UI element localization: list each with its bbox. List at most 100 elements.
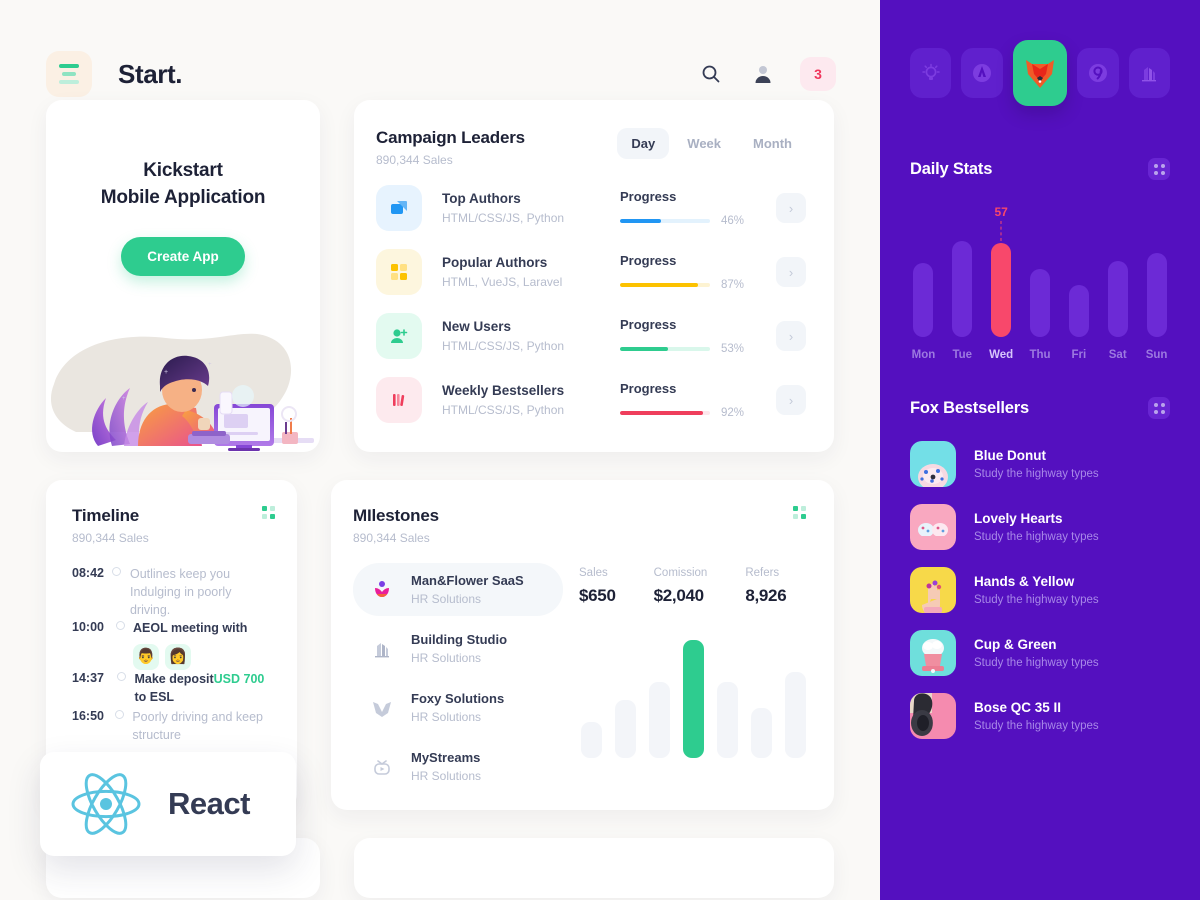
stat-comission: Comission $2,040 (654, 567, 708, 606)
lightbulb-app-icon[interactable] (910, 48, 952, 98)
bestseller-name: Cup & Green (974, 637, 1057, 652)
grid-dots-icon[interactable] (793, 506, 806, 519)
milestones-metrics: Sales $650 Comission $2,040 Refers 8,926 (563, 563, 806, 799)
search-icon[interactable] (696, 59, 726, 89)
list-item[interactable]: 14:37 Make deposit USD 700 to ESL (72, 670, 275, 708)
bar-column-sat (1104, 202, 1131, 337)
list-item[interactable]: 10:00 AEOL meeting with 👨 👩 (72, 619, 275, 670)
milestones-list: Man&Flower SaaS HR Solutions Building St… (353, 563, 563, 799)
daily-stats-header: Daily Stats (910, 158, 1170, 180)
stat-value: 8,926 (745, 586, 787, 605)
stat-sales: Sales $650 (579, 567, 616, 606)
grid-dots-icon[interactable] (262, 506, 275, 519)
notification-badge[interactable]: 3 (800, 57, 836, 91)
milestones-card: MIlestones 890,344 Sales Man&Flower SaaS (331, 480, 834, 810)
row-tech: HTML/CSS/JS, Python (442, 339, 565, 353)
timeline-amount: USD 700 (213, 671, 265, 686)
dashboard-row-1: Kickstart Mobile Application Create App (0, 100, 880, 452)
chevron-right-icon[interactable]: › (776, 385, 806, 415)
timeline-text-before: Make deposit (134, 671, 214, 686)
list-item[interactable]: MyStreams HR Solutions (353, 740, 563, 793)
bar-value-label: 57 (994, 205, 1008, 219)
bestsellers-title: Fox Bestsellers (910, 398, 1029, 417)
row-progress: Progress 53% (620, 317, 770, 355)
progress-label: Progress (620, 317, 677, 332)
list-item[interactable]: Man&Flower SaaS HR Solutions (353, 563, 563, 616)
bestseller-sub: Study the highway types (974, 468, 1099, 480)
bose-headphones-thumb (910, 693, 956, 739)
tv-icon (367, 752, 397, 782)
bar-column-sun (1143, 202, 1170, 337)
bar-highlight (991, 243, 1012, 337)
stat-refers: Refers 8,926 (745, 567, 786, 606)
axis-label-thu: Thu (1029, 349, 1051, 361)
bar (785, 672, 806, 758)
create-app-button[interactable]: Create App (121, 236, 245, 276)
table-row[interactable]: Top Authors HTML/CSS/JS, Python Progress… (376, 185, 806, 231)
axis-label-wed: Wed (989, 349, 1014, 361)
fox-chevron-icon (367, 693, 397, 723)
list-item[interactable]: 16:50 Poorly driving and keep structure (72, 708, 275, 754)
header-actions: 3 (696, 57, 836, 91)
bar (649, 682, 670, 758)
campaign-title: Campaign Leaders (376, 128, 525, 147)
user-avatar-icon[interactable] (748, 59, 778, 89)
row-text: Weekly Bestsellers HTML/CSS/JS, Python (442, 383, 620, 417)
stat-label: Sales (579, 567, 608, 579)
axis-label-sun: Sun (1145, 349, 1168, 361)
tab-month[interactable]: Month (739, 128, 806, 159)
milestones-bar-chart (579, 628, 806, 758)
row-text: New Users HTML/CSS/JS, Python (442, 319, 620, 353)
tab-week[interactable]: Week (673, 128, 735, 159)
row-name: Top Authors (442, 191, 521, 206)
timeline-text-after: to ESL (134, 689, 175, 704)
axis-label-mon: Mon (911, 349, 936, 361)
bestseller-name: Blue Donut (974, 448, 1046, 463)
progress-fill (620, 283, 699, 287)
bestseller-sub: Study the highway types (974, 531, 1099, 543)
progress-fill (620, 411, 703, 415)
list-item[interactable]: Cup & Green Study the highway types (910, 630, 1170, 676)
list-item[interactable]: Foxy Solutions HR Solutions (353, 681, 563, 734)
menu-lines-icon[interactable] (46, 51, 92, 97)
bestseller-text: Bose QC 35 II Study the highway types (974, 700, 1099, 732)
list-item[interactable]: Lovely Hearts Study the highway types (910, 504, 1170, 550)
list-item[interactable]: Bose QC 35 II Study the highway types (910, 693, 1170, 739)
bar (1107, 261, 1128, 337)
arch-app-icon[interactable] (961, 48, 1003, 98)
grid-dots-icon[interactable] (1148, 397, 1170, 419)
list-item[interactable]: Blue Donut Study the highway types (910, 441, 1170, 487)
milestone-name: MyStreams (411, 750, 481, 765)
timeline-time: 16:50 (72, 708, 104, 723)
bestseller-sub: Study the highway types (974, 720, 1099, 732)
react-badge-card[interactable]: React (40, 752, 296, 856)
table-row[interactable]: Weekly Bestsellers HTML/CSS/JS, Python P… (376, 377, 806, 423)
timeline-dot (112, 567, 122, 576)
bar (1030, 269, 1050, 337)
campaign-period-tabs: Day Week Month (617, 128, 806, 159)
list-item[interactable]: 08:42 Outlines keep you Indulging in poo… (72, 565, 275, 619)
chevron-right-icon[interactable]: › (776, 257, 806, 287)
react-logo-icon (71, 773, 141, 835)
chevron-right-icon[interactable]: › (776, 321, 806, 351)
table-row[interactable]: New Users HTML/CSS/JS, Python Progress 5… (376, 313, 806, 359)
progress-percent: 87% (721, 279, 745, 291)
tab-day[interactable]: Day (617, 128, 670, 159)
timeline-dot (116, 671, 126, 681)
svg-text:+: + (208, 362, 212, 368)
list-item[interactable]: Building Studio HR Solutions (353, 622, 563, 675)
building-app-icon[interactable] (1128, 48, 1171, 98)
fox-app-icon[interactable] (1012, 40, 1068, 106)
timeline-list: 08:42 Outlines keep you Indulging in poo… (72, 565, 275, 754)
timeline-subtitle: 890,344 Sales (72, 531, 149, 545)
table-row[interactable]: Popular Authors HTML, VueJS, Laravel Pro… (376, 249, 806, 295)
nine-app-icon[interactable] (1077, 48, 1119, 98)
list-item[interactable]: Hands & Yellow Study the highway types (910, 567, 1170, 613)
main-content: Start. 3 Kickstart Mobile Application Cr… (0, 0, 880, 900)
timeline-text: Poorly driving and keep structure (132, 709, 263, 742)
timeline-body: Poorly driving and keep structure (132, 708, 275, 744)
kickstart-card: Kickstart Mobile Application Create App (46, 100, 320, 452)
grid-dots-icon[interactable] (1148, 158, 1170, 180)
chevron-right-icon[interactable]: › (776, 193, 806, 223)
bar (581, 722, 602, 758)
